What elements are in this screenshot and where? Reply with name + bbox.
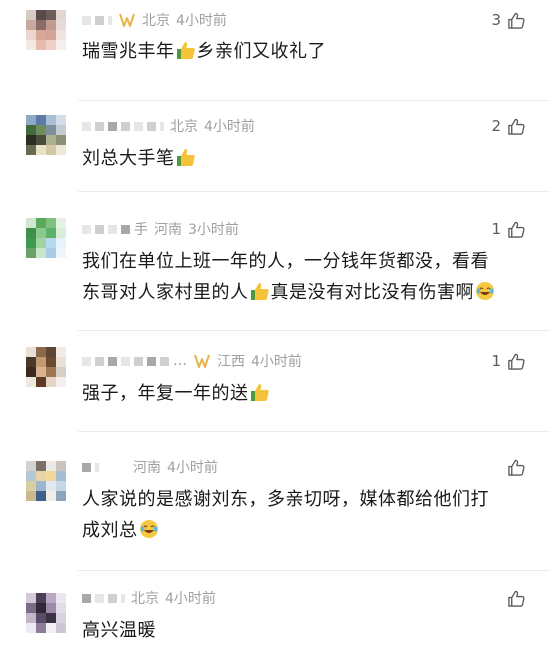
comment-text-segment: 真是没有对比没有伤害啊 (270, 282, 474, 303)
like-count: 3 (491, 11, 501, 29)
location-label: 河南 (154, 222, 182, 238)
thumbs-up-emoji-icon (250, 283, 269, 300)
thumbs-up-outline-icon (508, 590, 525, 607)
avatar[interactable] (26, 115, 66, 155)
comment-meta: 北京 4小时前 (82, 587, 216, 609)
comment-meta: 北京 4小时前 (82, 9, 227, 31)
timestamp: 4小时前 (167, 460, 218, 476)
location-label: 北京 (170, 119, 198, 135)
comment-text-segment: 乡亲们又收礼了 (196, 41, 326, 62)
comment-text: 高兴温暖 (82, 615, 522, 646)
username[interactable]: … (82, 353, 187, 369)
comment-text-segment: 高兴温暖 (82, 620, 156, 641)
comment-text: 我们在单位上班一年的人，一分钱年货都没，看看 东哥对人家村里的人 真是没有对比没有伤… (82, 246, 522, 308)
comment-item: 手 河南 3小时前 1 我们在单位上班一年的人，一分钱年货都没，看看 东哥对人家村… (0, 192, 550, 330)
timestamp: 4小时前 (251, 354, 302, 370)
comment-item: … 江西 4小时前 1 强子，年复一年的送 (0, 331, 550, 431)
username[interactable] (82, 15, 112, 25)
comment-item: 北京 4小时前 高兴温暖 (0, 571, 550, 656)
location-label: 北京 (131, 591, 159, 607)
avatar[interactable] (26, 461, 66, 501)
location-label: 河南 (133, 460, 161, 476)
comment-text-segment: 我们在单位上班一年的人，一分钱年货都没，看看 (82, 251, 489, 272)
avatar[interactable] (26, 10, 66, 50)
like-button[interactable] (501, 456, 526, 478)
comment-meta: 手 河南 3小时前 (82, 218, 239, 240)
like-count: 1 (491, 352, 501, 370)
laughing-tears-emoji-icon (139, 520, 158, 538)
vip-badge-icon (119, 13, 135, 27)
avatar[interactable] (26, 347, 66, 387)
like-count: 2 (491, 117, 501, 135)
comment-text-segment: 强子，年复一年的送 (82, 383, 249, 404)
like-button[interactable]: 1 (491, 218, 526, 240)
thumbs-up-outline-icon (508, 221, 525, 238)
thumbs-up-outline-icon (508, 353, 525, 370)
comment-meta: 河南 4小时前 (82, 456, 218, 478)
like-button[interactable]: 1 (491, 350, 526, 372)
location-label: 江西 (217, 354, 245, 370)
comment-meta: 北京 4小时前 (82, 115, 255, 137)
username[interactable] (82, 593, 125, 603)
avatar[interactable] (26, 218, 66, 258)
laughing-tears-emoji-icon (476, 282, 494, 300)
comment-text-segment: 人家说的是感谢刘东，多亲切呀，媒体都给他们打 (82, 489, 489, 510)
comment-item: 北京 4小时前 2 刘总大手笔 (0, 101, 550, 191)
comment-text: 人家说的是感谢刘东，多亲切呀，媒体都给他们打 成刘总 (82, 484, 522, 546)
thumbs-up-outline-icon (508, 12, 525, 29)
comment-meta: … 江西 4小时前 (82, 350, 302, 372)
comment-text: 瑞雪兆丰年 乡亲们又收礼了 (82, 36, 522, 67)
timestamp: 3小时前 (188, 222, 239, 238)
comment-text-segment: 刘总大手笔 (82, 148, 175, 169)
timestamp: 4小时前 (204, 119, 255, 135)
comment-text: 强子，年复一年的送 (82, 378, 522, 409)
username[interactable] (82, 462, 99, 472)
thumbs-up-outline-icon (508, 459, 525, 476)
avatar[interactable] (26, 593, 66, 633)
thumbs-up-outline-icon (508, 118, 525, 135)
vip-badge-icon (194, 354, 210, 368)
timestamp: 4小时前 (165, 591, 216, 607)
like-count: 1 (491, 220, 501, 238)
username[interactable] (82, 121, 164, 131)
comment-text: 刘总大手笔 (82, 143, 522, 174)
comment-list: 北京 4小时前 3 瑞雪兆丰年 乡亲们又收礼了 北京 4小时前 2 刘总大手笔 … (0, 0, 550, 656)
like-button[interactable] (501, 587, 526, 609)
comment-item: 河南 4小时前 人家说的是感谢刘东，多亲切呀，媒体都给他们打 成刘总 (0, 432, 550, 570)
like-button[interactable]: 2 (491, 115, 526, 137)
comment-item: 北京 4小时前 3 瑞雪兆丰年 乡亲们又收礼了 (0, 0, 550, 100)
location-label: 北京 (142, 13, 170, 29)
comment-text-segment: 成刘总 (82, 520, 138, 541)
like-button[interactable]: 3 (491, 9, 526, 31)
username[interactable]: 手 (82, 219, 148, 239)
timestamp: 4小时前 (176, 13, 227, 29)
comment-text-segment: 瑞雪兆丰年 (82, 41, 175, 62)
thumbs-up-emoji-icon (250, 384, 269, 401)
thumbs-up-emoji-icon (176, 42, 195, 59)
thumbs-up-emoji-icon (176, 149, 195, 166)
comment-text-segment: 东哥对人家村里的人 (82, 282, 249, 303)
